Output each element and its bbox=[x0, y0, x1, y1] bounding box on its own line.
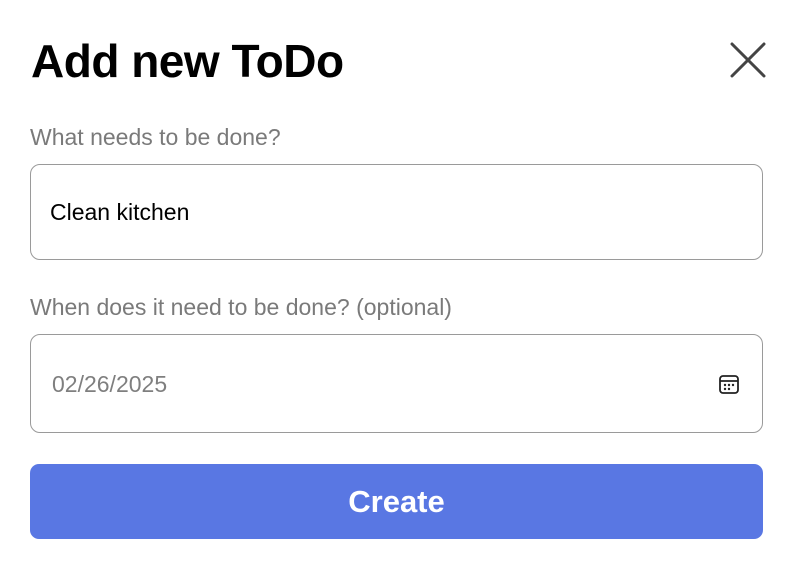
close-icon bbox=[730, 42, 766, 78]
due-date-label: When does it need to be done? (optional) bbox=[30, 294, 452, 320]
add-todo-dialog: Add new ToDo What needs to be done? Clea… bbox=[0, 0, 795, 566]
task-label: What needs to be done? bbox=[30, 124, 281, 150]
due-date-input[interactable]: 02/26/2025 bbox=[30, 334, 763, 433]
task-input[interactable]: Clean kitchen bbox=[30, 164, 763, 260]
task-input-value: Clean kitchen bbox=[50, 199, 190, 225]
due-date-value: 02/26/2025 bbox=[52, 370, 168, 397]
close-button[interactable] bbox=[728, 40, 768, 80]
create-button[interactable]: Create bbox=[30, 464, 763, 539]
dialog-title: Add new ToDo bbox=[31, 35, 344, 87]
calendar-icon[interactable] bbox=[718, 373, 740, 395]
